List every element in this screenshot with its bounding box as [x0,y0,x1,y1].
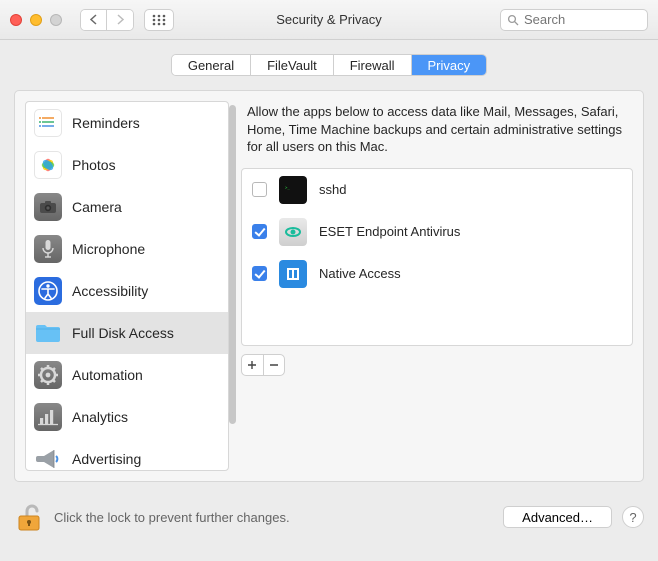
sidebar-item-microphone[interactable]: Microphone [26,228,228,270]
search-icon [507,14,519,26]
tab-general[interactable]: General [172,55,251,75]
app-row-sshd[interactable]: >_ sshd [242,169,632,211]
window-body: General FileVault Firewall Privacy Remin… [0,40,658,486]
analytics-icon [34,403,62,431]
camera-icon [34,193,62,221]
show-all-button[interactable] [144,9,174,31]
sidebar-item-label: Microphone [72,241,145,257]
tab-label: Privacy [428,58,471,73]
svg-text:>_: >_ [285,185,290,190]
tabs-row: General FileVault Firewall Privacy [14,54,644,76]
add-remove-buttons [241,354,285,376]
tabs: General FileVault Firewall Privacy [171,54,487,76]
footer: Click the lock to prevent further change… [0,486,658,540]
accessibility-icon [34,277,62,305]
gear-icon [34,361,62,389]
description-text: Allow the apps below to access data like… [241,101,633,168]
main-panel: Reminders Photos [14,90,644,482]
sidebar-item-accessibility[interactable]: Accessibility [26,270,228,312]
help-label: ? [629,510,636,525]
sidebar-item-full-disk-access[interactable]: Full Disk Access [26,312,228,354]
tab-firewall[interactable]: Firewall [334,55,412,75]
add-button[interactable] [242,355,264,375]
grid-icon [152,14,166,26]
sidebar-wrap: Reminders Photos [25,101,229,471]
nav-buttons [80,9,134,31]
lock-hint-text: Click the lock to prevent further change… [54,510,290,525]
sidebar-item-automation[interactable]: Automation [26,354,228,396]
footer-right: Advanced… ? [503,506,644,528]
folder-icon [34,319,62,347]
sidebar-item-label: Photos [72,157,116,173]
app-row-native-access[interactable]: Native Access [242,253,632,295]
tab-label: Firewall [350,58,395,73]
sidebar-item-label: Advertising [72,451,141,467]
sidebar-item-label: Camera [72,199,122,215]
native-access-icon [279,260,307,288]
sidebar-item-camera[interactable]: Camera [26,186,228,228]
app-checkbox-eset[interactable] [252,224,267,239]
close-window-button[interactable] [10,14,22,26]
sidebar-item-advertising[interactable]: Advertising [26,438,228,471]
sidebar-item-label: Analytics [72,409,128,425]
app-checkbox-sshd[interactable] [252,182,267,197]
search-input[interactable] [524,12,641,27]
terminal-icon: >_ [279,176,307,204]
content-column: Allow the apps below to access data like… [241,101,633,471]
maximize-window-button [50,14,62,26]
tab-privacy[interactable]: Privacy [412,55,487,75]
minus-icon [269,360,279,370]
minimize-window-button[interactable] [30,14,42,26]
reminders-icon [34,109,62,137]
sidebar-item-label: Reminders [72,115,140,131]
sidebar-item-photos[interactable]: Photos [26,144,228,186]
sidebar: Reminders Photos [25,101,229,471]
app-label: sshd [319,182,346,197]
search-field-container[interactable] [500,9,648,31]
photos-icon [34,151,62,179]
tab-label: FileVault [267,58,317,73]
sidebar-item-analytics[interactable]: Analytics [26,396,228,438]
lock-open-icon [16,502,42,532]
button-label: Advanced… [522,510,593,525]
microphone-icon [34,235,62,263]
sidebar-scrollbar[interactable] [229,105,236,467]
app-label: Native Access [319,266,401,281]
sidebar-item-reminders[interactable]: Reminders [26,102,228,144]
advanced-button[interactable]: Advanced… [503,506,612,528]
app-checkbox-native-access[interactable] [252,266,267,281]
tab-label: General [188,58,234,73]
app-list: >_ sshd ESET Endpoint Antivirus [241,168,633,346]
back-button[interactable] [81,10,107,30]
sidebar-item-label: Automation [72,367,143,383]
remove-button[interactable] [264,355,285,375]
scrollbar-thumb[interactable] [229,105,236,424]
megaphone-icon [34,445,62,471]
app-label: ESET Endpoint Antivirus [319,224,460,239]
lock-button[interactable] [14,501,44,533]
sidebar-item-label: Full Disk Access [72,325,174,341]
sidebar-item-label: Accessibility [72,283,148,299]
titlebar: Security & Privacy [0,0,658,40]
app-row-eset[interactable]: ESET Endpoint Antivirus [242,211,632,253]
window-controls [10,14,62,26]
forward-button[interactable] [107,10,133,30]
plus-icon [247,360,257,370]
tab-filevault[interactable]: FileVault [251,55,334,75]
help-button[interactable]: ? [622,506,644,528]
eset-icon [279,218,307,246]
